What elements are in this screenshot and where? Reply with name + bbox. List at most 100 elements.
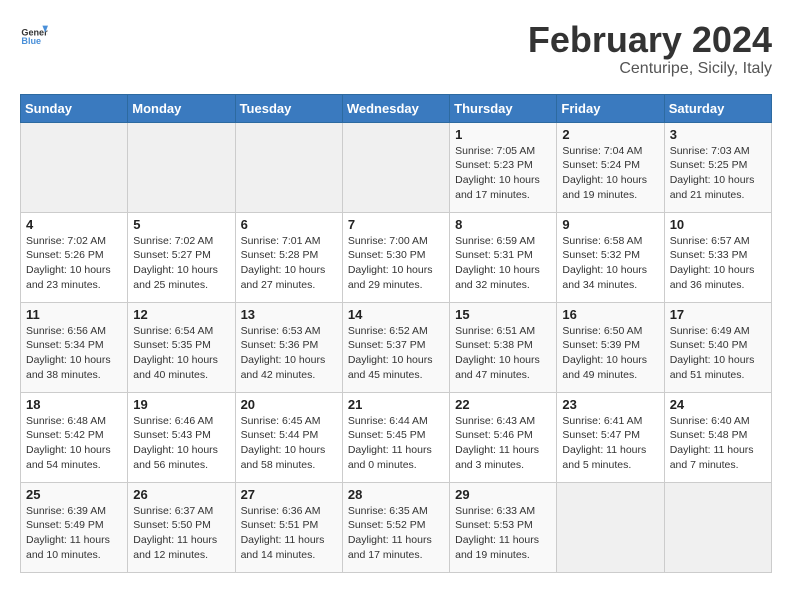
day-info: Sunrise: 6:39 AMSunset: 5:49 PMDaylight:… <box>26 504 122 563</box>
calendar-cell: 6 Sunrise: 7:01 AMSunset: 5:28 PMDaylight… <box>235 212 342 302</box>
days-header-row: SundayMondayTuesdayWednesdayThursdayFrid… <box>21 94 772 122</box>
calendar-cell <box>21 122 128 212</box>
day-number: 28 <box>348 487 444 502</box>
day-info: Sunrise: 6:41 AMSunset: 5:47 PMDaylight:… <box>562 414 658 473</box>
calendar-cell: 5 Sunrise: 7:02 AMSunset: 5:27 PMDaylight… <box>128 212 235 302</box>
day-of-week-header: Monday <box>128 94 235 122</box>
day-info: Sunrise: 7:02 AMSunset: 5:26 PMDaylight:… <box>26 234 122 293</box>
day-info: Sunrise: 6:45 AMSunset: 5:44 PMDaylight:… <box>241 414 337 473</box>
calendar-cell: 11 Sunrise: 6:56 AMSunset: 5:34 PMDayligh… <box>21 302 128 392</box>
day-info: Sunrise: 6:36 AMSunset: 5:51 PMDaylight:… <box>241 504 337 563</box>
calendar-cell: 25 Sunrise: 6:39 AMSunset: 5:49 PMDayligh… <box>21 482 128 572</box>
day-number: 9 <box>562 217 658 232</box>
day-info: Sunrise: 6:49 AMSunset: 5:40 PMDaylight:… <box>670 324 766 383</box>
day-of-week-header: Saturday <box>664 94 771 122</box>
calendar-cell: 19 Sunrise: 6:46 AMSunset: 5:43 PMDayligh… <box>128 392 235 482</box>
calendar-cell: 9 Sunrise: 6:58 AMSunset: 5:32 PMDaylight… <box>557 212 664 302</box>
calendar-cell: 13 Sunrise: 6:53 AMSunset: 5:36 PMDayligh… <box>235 302 342 392</box>
day-info: Sunrise: 6:58 AMSunset: 5:32 PMDaylight:… <box>562 234 658 293</box>
day-info: Sunrise: 6:43 AMSunset: 5:46 PMDaylight:… <box>455 414 551 473</box>
calendar-cell: 3 Sunrise: 7:03 AMSunset: 5:25 PMDaylight… <box>664 122 771 212</box>
day-number: 3 <box>670 127 766 142</box>
day-of-week-header: Sunday <box>21 94 128 122</box>
day-info: Sunrise: 6:37 AMSunset: 5:50 PMDaylight:… <box>133 504 229 563</box>
calendar-cell: 2Sunrise: 7:04 AMSunset: 5:24 PMDaylight… <box>557 122 664 212</box>
day-info: Sunrise: 7:05 AMSunset: 5:23 PMDaylight:… <box>455 144 551 203</box>
day-number: 1 <box>455 127 551 142</box>
day-info: Sunrise: 7:01 AMSunset: 5:28 PMDaylight:… <box>241 234 337 293</box>
day-info: Sunrise: 6:33 AMSunset: 5:53 PMDaylight:… <box>455 504 551 563</box>
day-number: 21 <box>348 397 444 412</box>
day-number: 8 <box>455 217 551 232</box>
calendar-cell: 10 Sunrise: 6:57 AMSunset: 5:33 PMDayligh… <box>664 212 771 302</box>
calendar-cell: 27 Sunrise: 6:36 AMSunset: 5:51 PMDayligh… <box>235 482 342 572</box>
day-info: Sunrise: 6:56 AMSunset: 5:34 PMDaylight:… <box>26 324 122 383</box>
page-header: General Blue February 2024 Centuripe, Si… <box>20 20 772 78</box>
calendar-cell: 17 Sunrise: 6:49 AMSunset: 5:40 PMDayligh… <box>664 302 771 392</box>
day-info: Sunrise: 6:35 AMSunset: 5:52 PMDaylight:… <box>348 504 444 563</box>
svg-text:Blue: Blue <box>21 36 41 46</box>
day-number: 6 <box>241 217 337 232</box>
day-info: Sunrise: 7:03 AMSunset: 5:25 PMDaylight:… <box>670 144 766 203</box>
day-info: Sunrise: 6:57 AMSunset: 5:33 PMDaylight:… <box>670 234 766 293</box>
day-info: Sunrise: 6:48 AMSunset: 5:42 PMDaylight:… <box>26 414 122 473</box>
calendar-week-row: 18 Sunrise: 6:48 AMSunset: 5:42 PMDayligh… <box>21 392 772 482</box>
day-number: 11 <box>26 307 122 322</box>
day-of-week-header: Thursday <box>450 94 557 122</box>
calendar-cell: 20 Sunrise: 6:45 AMSunset: 5:44 PMDayligh… <box>235 392 342 482</box>
day-number: 16 <box>562 307 658 322</box>
day-number: 18 <box>26 397 122 412</box>
day-info: Sunrise: 7:02 AMSunset: 5:27 PMDaylight:… <box>133 234 229 293</box>
day-number: 29 <box>455 487 551 502</box>
calendar-cell: 23 Sunrise: 6:41 AMSunset: 5:47 PMDayligh… <box>557 392 664 482</box>
calendar-cell: 14 Sunrise: 6:52 AMSunset: 5:37 PMDayligh… <box>342 302 449 392</box>
calendar-cell: 22 Sunrise: 6:43 AMSunset: 5:46 PMDayligh… <box>450 392 557 482</box>
day-number: 27 <box>241 487 337 502</box>
calendar-cell: 12 Sunrise: 6:54 AMSunset: 5:35 PMDayligh… <box>128 302 235 392</box>
calendar-week-row: 25 Sunrise: 6:39 AMSunset: 5:49 PMDayligh… <box>21 482 772 572</box>
calendar-cell: 24Sunrise: 6:40 AMSunset: 5:48 PMDayligh… <box>664 392 771 482</box>
day-number: 23 <box>562 397 658 412</box>
calendar-cell: 21 Sunrise: 6:44 AMSunset: 5:45 PMDayligh… <box>342 392 449 482</box>
day-info: Sunrise: 6:51 AMSunset: 5:38 PMDaylight:… <box>455 324 551 383</box>
calendar-cell: 16 Sunrise: 6:50 AMSunset: 5:39 PMDayligh… <box>557 302 664 392</box>
calendar-week-row: 1 Sunrise: 7:05 AMSunset: 5:23 PMDaylight… <box>21 122 772 212</box>
day-info: Sunrise: 6:50 AMSunset: 5:39 PMDaylight:… <box>562 324 658 383</box>
subtitle: Centuripe, Sicily, Italy <box>528 60 772 78</box>
day-number: 25 <box>26 487 122 502</box>
day-info: Sunrise: 6:54 AMSunset: 5:35 PMDaylight:… <box>133 324 229 383</box>
calendar-table: SundayMondayTuesdayWednesdayThursdayFrid… <box>20 94 772 573</box>
day-number: 22 <box>455 397 551 412</box>
day-info: Sunrise: 6:44 AMSunset: 5:45 PMDaylight:… <box>348 414 444 473</box>
day-number: 20 <box>241 397 337 412</box>
calendar-week-row: 4Sunrise: 7:02 AMSunset: 5:26 PMDaylight… <box>21 212 772 302</box>
calendar-cell: 26Sunrise: 6:37 AMSunset: 5:50 PMDayligh… <box>128 482 235 572</box>
day-number: 14 <box>348 307 444 322</box>
day-number: 7 <box>348 217 444 232</box>
day-info: Sunrise: 6:59 AMSunset: 5:31 PMDaylight:… <box>455 234 551 293</box>
day-number: 17 <box>670 307 766 322</box>
day-of-week-header: Friday <box>557 94 664 122</box>
calendar-cell <box>235 122 342 212</box>
main-title: February 2024 <box>528 20 772 60</box>
calendar-cell <box>557 482 664 572</box>
day-info: Sunrise: 7:04 AMSunset: 5:24 PMDaylight:… <box>562 144 658 203</box>
logo-icon: General Blue <box>20 20 48 48</box>
day-info: Sunrise: 7:00 AMSunset: 5:30 PMDaylight:… <box>348 234 444 293</box>
calendar-week-row: 11 Sunrise: 6:56 AMSunset: 5:34 PMDayligh… <box>21 302 772 392</box>
day-number: 15 <box>455 307 551 322</box>
calendar-cell: 4Sunrise: 7:02 AMSunset: 5:26 PMDaylight… <box>21 212 128 302</box>
calendar-cell: 8 Sunrise: 6:59 AMSunset: 5:31 PMDaylight… <box>450 212 557 302</box>
day-number: 13 <box>241 307 337 322</box>
day-info: Sunrise: 6:52 AMSunset: 5:37 PMDaylight:… <box>348 324 444 383</box>
day-number: 5 <box>133 217 229 232</box>
day-info: Sunrise: 6:46 AMSunset: 5:43 PMDaylight:… <box>133 414 229 473</box>
day-info: Sunrise: 6:53 AMSunset: 5:36 PMDaylight:… <box>241 324 337 383</box>
calendar-cell: 7 Sunrise: 7:00 AMSunset: 5:30 PMDaylight… <box>342 212 449 302</box>
calendar-cell: 18 Sunrise: 6:48 AMSunset: 5:42 PMDayligh… <box>21 392 128 482</box>
day-number: 10 <box>670 217 766 232</box>
day-number: 12 <box>133 307 229 322</box>
day-number: 19 <box>133 397 229 412</box>
calendar-cell: 15 Sunrise: 6:51 AMSunset: 5:38 PMDayligh… <box>450 302 557 392</box>
calendar-cell: 28 Sunrise: 6:35 AMSunset: 5:52 PMDayligh… <box>342 482 449 572</box>
